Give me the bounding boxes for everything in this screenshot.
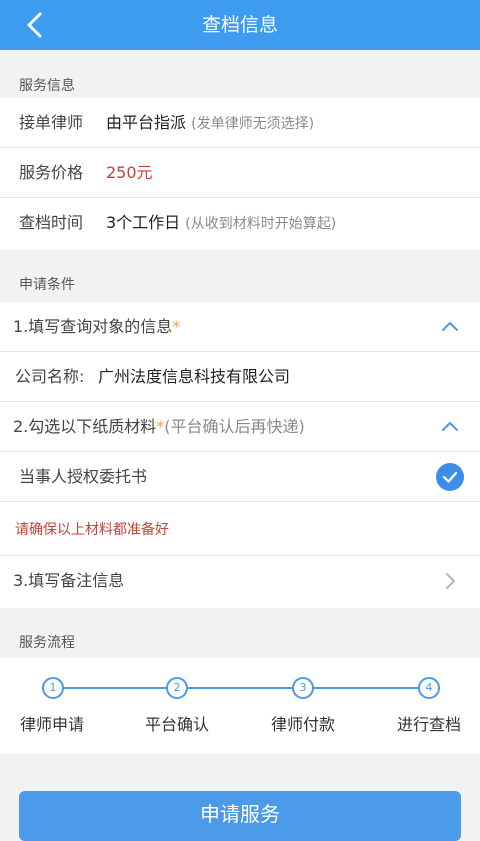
price-label: 服务价格 xyxy=(19,163,84,182)
lawyer-hint: (发单律师无须选择) xyxy=(191,116,315,132)
step2-title-text: 2.勾选以下纸质材料 xyxy=(13,417,157,436)
process-card: 1 2 3 4 律师申请 平台确认 律师付款 进行查档 xyxy=(0,658,480,754)
company-value[interactable]: 广州法度信息科技有限公司 xyxy=(98,352,290,402)
step-dot-3: 3 xyxy=(292,677,314,699)
lawyer-row: 接单律师 由平台指派 (发单律师无须选择) xyxy=(0,98,480,148)
checkmark-icon xyxy=(442,471,458,483)
process-line xyxy=(62,687,428,689)
step3-row[interactable]: 3.填写备注信息 xyxy=(0,556,480,606)
time-row: 查档时间 3个工作日 (从收到材料时开始算起) xyxy=(0,198,480,248)
step-dot-4: 4 xyxy=(418,677,440,699)
time-label: 查档时间 xyxy=(19,213,84,232)
lawyer-assignment: 由平台指派 xyxy=(106,113,187,132)
time-value: 3个工作日 (从收到材料时开始算起) xyxy=(106,198,336,249)
required-star: * xyxy=(172,317,181,336)
lawyer-value: 由平台指派 (发单律师无须选择) xyxy=(106,98,314,149)
step-dot-1: 1 xyxy=(42,677,64,699)
step-label-4: 进行查档 xyxy=(396,715,461,734)
time-hint: (从收到材料时开始算起) xyxy=(185,216,337,232)
step-label-2: 平台确认 xyxy=(144,715,209,734)
chevron-right-icon[interactable] xyxy=(438,569,462,593)
section-label-service-info: 服务信息 xyxy=(19,78,75,94)
step1-header[interactable]: 1.填写查询对象的信息* xyxy=(0,302,480,352)
step2-title: 2.勾选以下纸质材料*(平台确认后再快递) xyxy=(13,402,305,452)
step1-title-text: 1.填写查询对象的信息 xyxy=(13,317,173,336)
service-info-card: 接单律师 由平台指派 (发单律师无须选择) 服务价格 250元 查档时间 3个工… xyxy=(0,98,480,250)
step-label-3: 律师付款 xyxy=(270,715,335,734)
lawyer-label: 接单律师 xyxy=(19,113,84,132)
section-label-process: 服务流程 xyxy=(19,635,75,651)
conditions-card: 1.填写查询对象的信息* 公司名称: 广州法度信息科技有限公司 2.勾选以下纸质… xyxy=(0,302,480,608)
company-row: 公司名称: 广州法度信息科技有限公司 xyxy=(0,352,480,402)
material-item-label: 当事人授权委托书 xyxy=(19,467,148,486)
step2-hint: (平台确认后再快递) xyxy=(164,417,305,436)
chevron-up-icon[interactable] xyxy=(438,315,462,339)
step-dot-2: 2 xyxy=(166,677,188,699)
price-value: 250元 xyxy=(106,163,153,182)
step-label-1: 律师申请 xyxy=(19,715,84,734)
step2-header[interactable]: 2.勾选以下纸质材料*(平台确认后再快递) xyxy=(0,402,480,452)
top-bar: 查档信息 xyxy=(0,0,480,50)
step3-title: 3.填写备注信息 xyxy=(13,571,125,590)
company-label: 公司名称: xyxy=(15,367,85,386)
step1-title: 1.填写查询对象的信息* xyxy=(13,302,180,352)
price-row: 服务价格 250元 xyxy=(0,148,480,198)
checkbox-checked[interactable] xyxy=(436,463,464,491)
section-label-conditions: 申请条件 xyxy=(19,277,75,293)
material-item-row[interactable]: 当事人授权委托书 xyxy=(0,452,480,502)
time-duration: 3个工作日 xyxy=(106,213,181,232)
page-title: 查档信息 xyxy=(201,14,278,36)
chevron-up-icon[interactable] xyxy=(438,415,462,439)
warning-row: 请确保以上材料都准备好 xyxy=(0,502,480,556)
apply-service-button[interactable]: 申请服务 xyxy=(19,791,461,841)
warning-text: 请确保以上材料都准备好 xyxy=(15,522,169,538)
